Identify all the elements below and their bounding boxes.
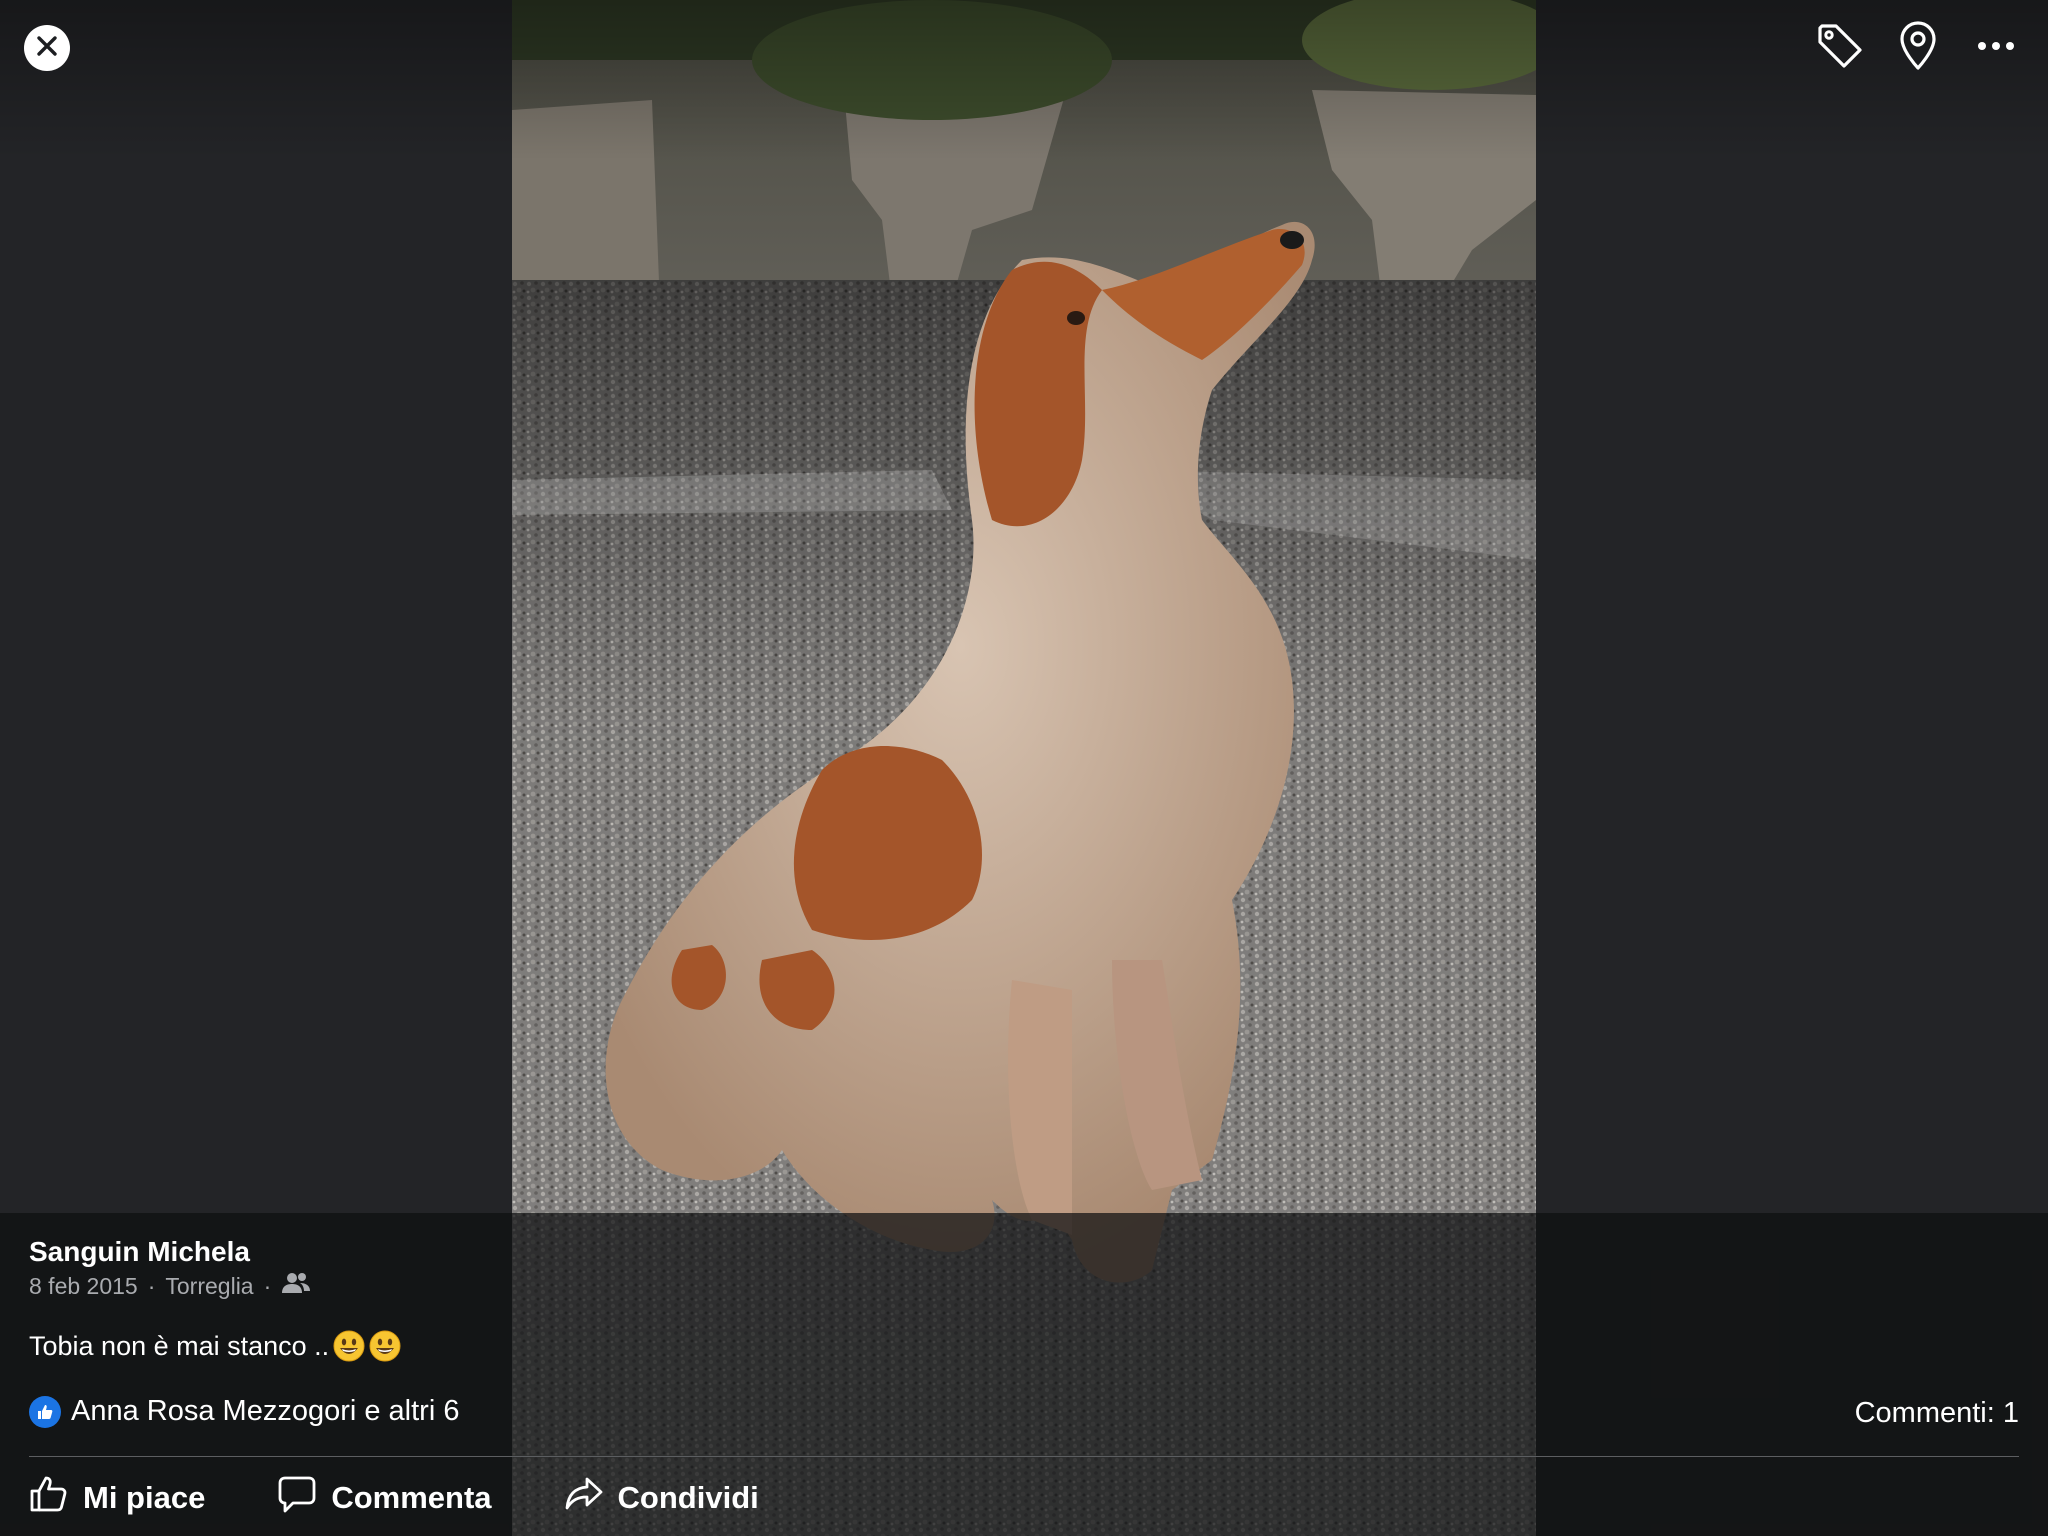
- more-icon: [1976, 39, 2016, 57]
- meta-separator: ·: [263, 1272, 272, 1299]
- post-meta: 8 feb 2015 · Torreglia ·: [29, 1272, 311, 1300]
- grinning-face-emoji-icon: [333, 1330, 365, 1362]
- share-button[interactable]: Condividi: [564, 1474, 759, 1522]
- more-options-button[interactable]: [1968, 20, 2024, 76]
- comment-label: Commenta: [331, 1480, 492, 1515]
- location-button[interactable]: [1890, 20, 1946, 76]
- friends-icon: [281, 1272, 311, 1300]
- post-date[interactable]: 8 feb 2015: [29, 1273, 138, 1300]
- share-arrow-icon: [564, 1474, 604, 1522]
- post-caption: Tobia non è mai stanco ..: [29, 1330, 401, 1362]
- post-author[interactable]: Sanguin Michela: [29, 1236, 250, 1268]
- like-label: Mi piace: [83, 1480, 206, 1515]
- top-actions: [1812, 20, 2024, 76]
- divider: [29, 1456, 2019, 1457]
- share-label: Condividi: [617, 1480, 759, 1515]
- reactions-summary[interactable]: Anna Rosa Mezzogori e altri 6: [29, 1395, 459, 1428]
- comment-bubble-icon: [277, 1474, 317, 1522]
- location-pin-icon: [1896, 20, 1940, 77]
- close-icon: [34, 33, 60, 64]
- like-reaction-icon: [29, 1395, 61, 1428]
- post-action-bar: Mi piace Commenta Condividi: [29, 1474, 831, 1522]
- grinning-face-emoji-icon: [369, 1330, 401, 1362]
- close-button[interactable]: [24, 25, 70, 71]
- tag-icon: [1814, 20, 1866, 77]
- meta-separator: ·: [147, 1272, 156, 1299]
- thumbs-up-icon: [29, 1474, 69, 1522]
- reactions-text: Anna Rosa Mezzogori e altri 6: [71, 1395, 460, 1427]
- comment-button[interactable]: Commenta: [277, 1474, 492, 1522]
- tag-button[interactable]: [1812, 20, 1868, 76]
- comments-count[interactable]: Commenti: 1: [1855, 1397, 2019, 1430]
- photo-viewer: Sanguin Michela 8 feb 2015 · Torreglia ·…: [0, 0, 2048, 1536]
- like-button[interactable]: Mi piace: [29, 1474, 205, 1522]
- caption-text: Tobia non è mai stanco ..: [29, 1330, 330, 1361]
- post-location[interactable]: Torreglia: [165, 1273, 253, 1300]
